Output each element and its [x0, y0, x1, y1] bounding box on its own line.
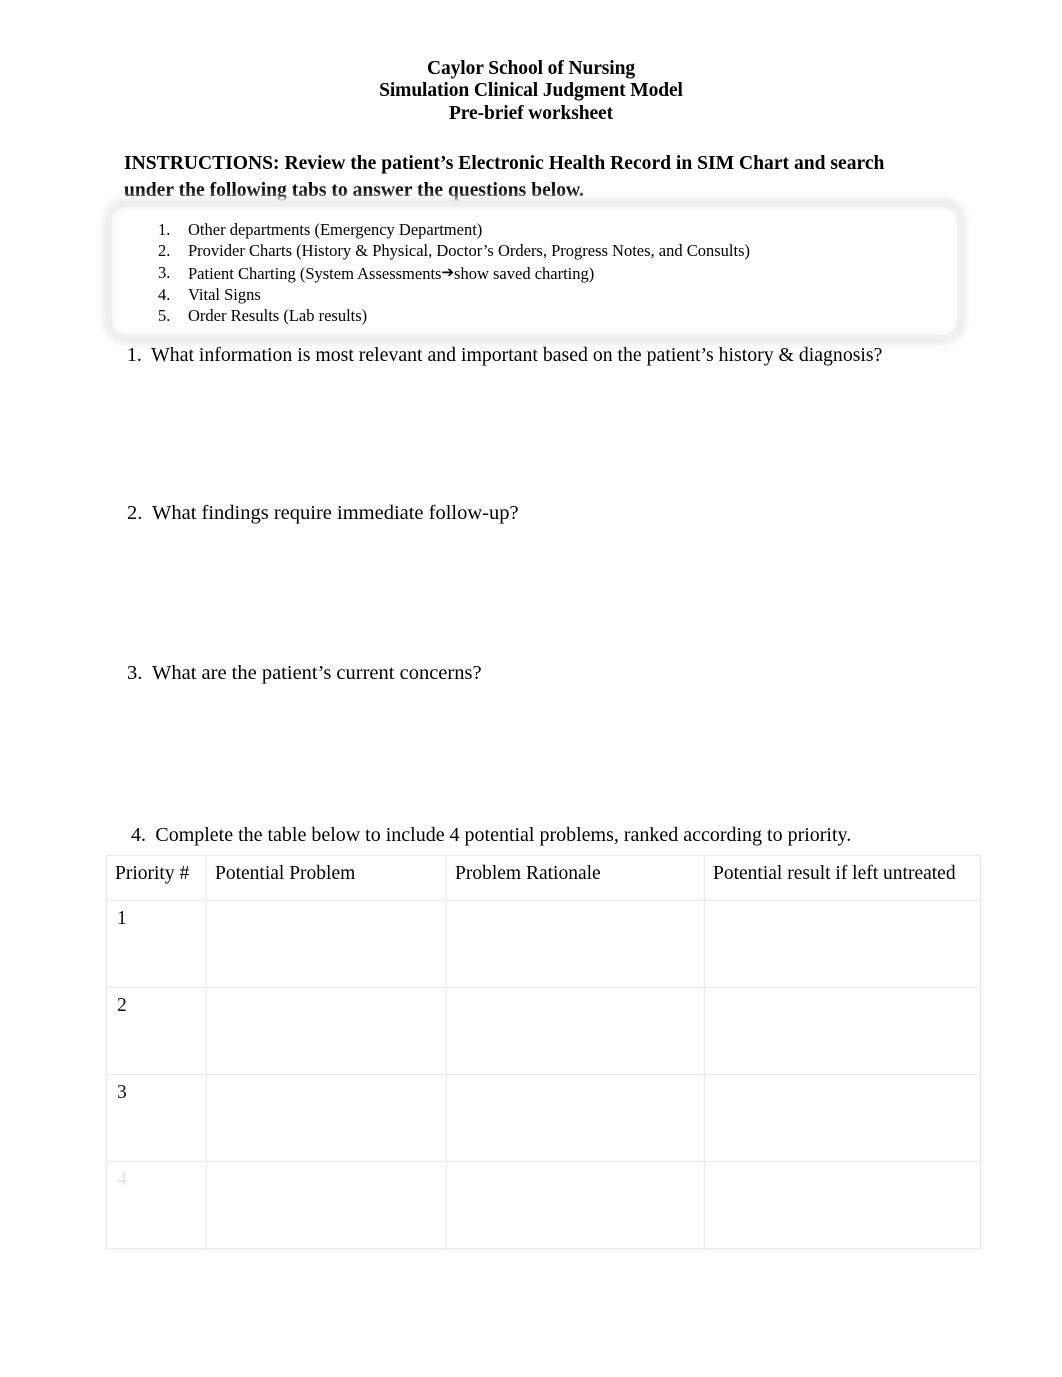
- question-4-text: Complete the table below to include 4 po…: [155, 824, 852, 846]
- question-1-text: What information is most relevant and im…: [151, 344, 883, 366]
- list-item-number: 4.: [158, 284, 171, 304]
- question-1-number: 1.: [127, 344, 142, 366]
- list-item: 5. Order Results (Lab results): [150, 305, 940, 326]
- cell-priority: 4: [106, 1161, 207, 1249]
- cell-priority: 2: [106, 987, 207, 1075]
- question-3-text: What are the patient’s current concerns?: [152, 662, 482, 684]
- heading-line-worksheet: Pre-brief worksheet: [449, 102, 613, 124]
- question-2: 2. What findings require immediate follow…: [127, 500, 519, 526]
- priority-table-wrapper: Priority # Potential Problem Problem Rat…: [106, 855, 981, 1249]
- cell-problem-rationale[interactable]: [446, 987, 705, 1075]
- list-item-label: Vital Signs: [188, 284, 261, 304]
- heading-line-model: Simulation Clinical Judgment Model: [379, 80, 683, 102]
- question-2-text: What findings require immediate follow-u…: [152, 502, 519, 524]
- cell-potential-problem[interactable]: [206, 900, 447, 988]
- document-page: Caylor School of Nursing Simulation Clin…: [0, 0, 1062, 1377]
- question-4-number: 4.: [131, 824, 146, 846]
- list-item-label-suffix: show saved charting): [454, 263, 595, 283]
- list-item: 3. Patient Charting (System Assessments➔s…: [150, 262, 940, 284]
- column-header-problem-rationale: Problem Rationale: [446, 855, 705, 901]
- list-item-label: Other departments (Emergency Department): [188, 220, 483, 239]
- question-2-number: 2.: [127, 502, 143, 524]
- table-row: 1: [106, 900, 981, 988]
- list-item: 2. Provider Charts (History & Physical, D…: [150, 240, 940, 261]
- cell-priority: 1: [106, 900, 207, 988]
- table-row: 3: [106, 1074, 981, 1162]
- list-item: 4. Vital Signs: [150, 284, 940, 305]
- question-1: 1. What information is most relevant and …: [127, 342, 882, 368]
- cell-problem-rationale[interactable]: [446, 1161, 705, 1249]
- cell-potential-result[interactable]: [704, 987, 981, 1075]
- list-item-number: 3.: [158, 262, 171, 282]
- cell-potential-result[interactable]: [704, 1074, 981, 1162]
- priority-table: Priority # Potential Problem Problem Rat…: [106, 855, 981, 1249]
- question-4: 4. Complete the table below to include 4 …: [131, 822, 851, 848]
- cell-problem-rationale[interactable]: [446, 900, 705, 988]
- list-item-number: 1.: [158, 220, 171, 239]
- tab-list: 1. Other departments (Emergency Departmen…: [150, 219, 940, 326]
- list-item-number: 2.: [158, 241, 171, 261]
- cell-potential-result[interactable]: [704, 1161, 981, 1249]
- cell-potential-problem[interactable]: [206, 1074, 447, 1162]
- list-item-label: Order Results (Lab results): [188, 306, 368, 326]
- table-row: 4: [106, 1161, 981, 1249]
- heading-line-school: Caylor School of Nursing: [427, 58, 635, 79]
- cell-potential-problem[interactable]: [206, 987, 447, 1075]
- table-header-row: Priority # Potential Problem Problem Rat…: [106, 855, 981, 901]
- instructions-paragraph: INSTRUCTIONS: Review the patient’s Elect…: [124, 152, 885, 201]
- list-item-number: 5.: [158, 306, 171, 326]
- right-arrow-icon: ➔: [441, 262, 455, 281]
- cell-priority: 3: [106, 1074, 207, 1162]
- list-item: 1. Other departments (Emergency Departmen…: [150, 219, 940, 240]
- question-3-number: 3.: [127, 662, 143, 684]
- table-row: 2: [106, 987, 981, 1075]
- column-header-potential-problem: Potential Problem: [206, 855, 447, 901]
- cell-potential-problem[interactable]: [206, 1161, 447, 1249]
- document-heading: Caylor School of Nursing Simulation Clin…: [0, 58, 1062, 125]
- list-item-label: Provider Charts (History & Physical, Doc…: [188, 241, 751, 261]
- column-header-priority: Priority #: [106, 855, 207, 901]
- cell-potential-result[interactable]: [704, 900, 981, 988]
- list-item-label: Patient Charting (System Assessments: [188, 263, 442, 283]
- column-header-potential-result: Potential result if left untreated: [704, 855, 981, 901]
- cell-problem-rationale[interactable]: [446, 1074, 705, 1162]
- question-3: 3. What are the patient’s current concern…: [127, 660, 482, 686]
